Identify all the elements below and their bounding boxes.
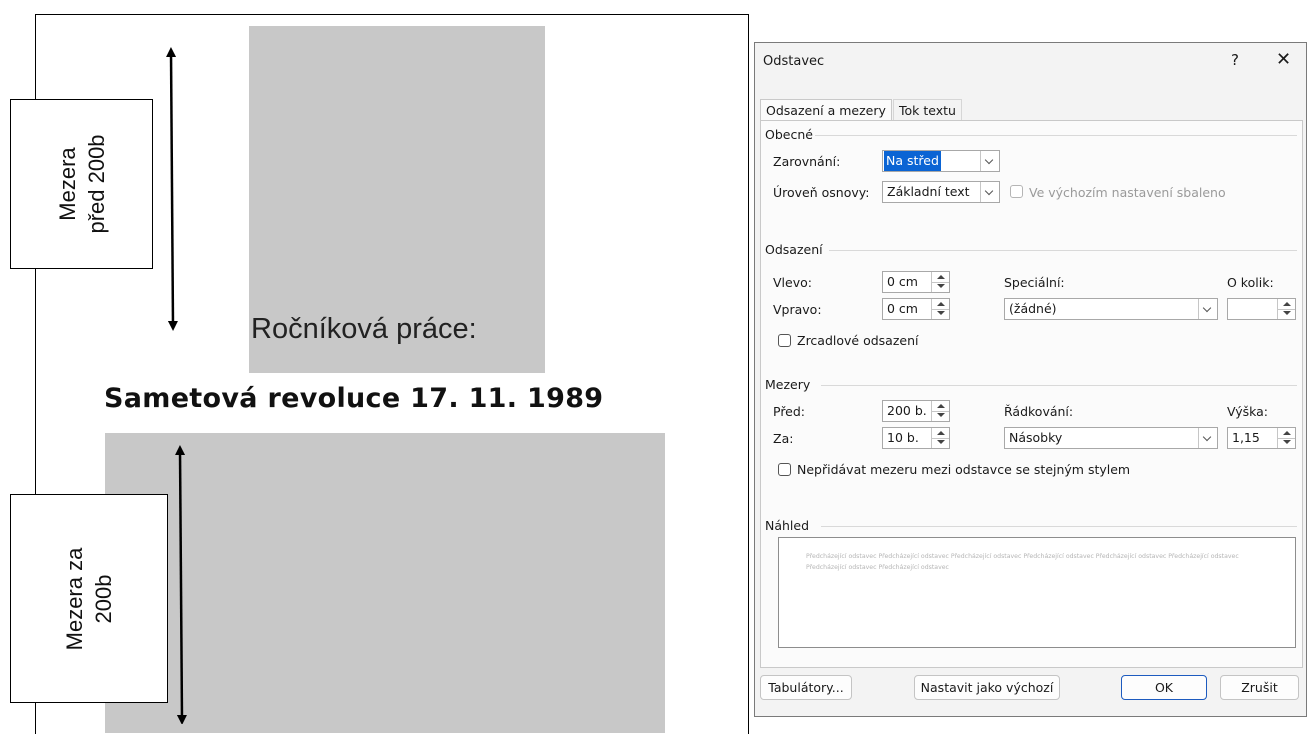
line-spacing-label: Řádkování: <box>1004 404 1074 419</box>
special-select[interactable]: (žádné) <box>1004 298 1218 320</box>
help-icon[interactable]: ? <box>1231 51 1239 69</box>
section-indentation: Odsazení <box>765 242 823 257</box>
special-value: (žádné) <box>1009 301 1057 316</box>
set-as-default-button[interactable]: Nastavit jako výchozí <box>914 675 1060 700</box>
outline-level-value: Základní text <box>887 184 970 199</box>
at-input[interactable]: 1,15 <box>1227 427 1296 449</box>
spinner <box>931 428 949 448</box>
collapsed-checkbox[interactable] <box>1010 185 1023 198</box>
section-preview: Náhled <box>765 518 810 533</box>
paragraph-dialog: Odstavec ? ✕ Odsazení a mezery Tok textu… <box>754 42 1307 717</box>
at-label: Výška: <box>1227 404 1269 419</box>
spinner <box>931 299 949 319</box>
indent-right-label: Vpravo: <box>773 302 822 317</box>
arrows <box>166 47 187 724</box>
arrow-space-before <box>166 47 178 331</box>
chevron-down-icon <box>980 182 999 202</box>
indent-left-input[interactable]: 0 cm <box>882 271 950 293</box>
alignment-label: Zarovnání: <box>773 154 841 169</box>
spinner <box>1277 299 1295 319</box>
by-label: O kolik: <box>1227 275 1274 290</box>
spin-down-icon[interactable] <box>932 411 949 421</box>
section-spacing: Mezery <box>765 377 811 392</box>
spin-up-icon[interactable] <box>932 299 949 309</box>
by-input[interactable] <box>1227 298 1296 320</box>
arrow-space-after <box>175 445 187 724</box>
outline-level-label: Úroveň osnovy: <box>773 185 870 200</box>
chevron-down-icon <box>1198 428 1217 448</box>
tab-line-page-breaks[interactable]: Tok textu <box>893 99 962 122</box>
spinner <box>1277 428 1295 448</box>
section-general: Obecné <box>765 127 813 142</box>
mirror-indents-label: Zrcadlové odsazení <box>797 333 919 348</box>
outline-level-select[interactable]: Základní text <box>882 181 1000 203</box>
alignment-select[interactable]: Na střed <box>882 150 1000 172</box>
spin-down-icon[interactable] <box>1278 309 1295 319</box>
chevron-down-icon <box>980 151 999 171</box>
spin-up-icon[interactable] <box>1278 299 1295 309</box>
at-value: 1,15 <box>1232 430 1260 445</box>
spin-down-icon[interactable] <box>932 309 949 319</box>
indent-right-input[interactable]: 0 cm <box>882 298 950 320</box>
spin-down-icon[interactable] <box>1278 438 1295 448</box>
space-after-value: 10 b. <box>887 430 919 445</box>
spin-up-icon[interactable] <box>932 272 949 282</box>
divider <box>815 135 1297 136</box>
no-space-same-style-checkbox[interactable] <box>778 463 791 476</box>
preview-text: Předcházející odstavec Předcházející ods… <box>806 553 1239 571</box>
after-label: Za: <box>773 431 794 446</box>
close-icon[interactable]: ✕ <box>1276 49 1291 70</box>
spin-down-icon[interactable] <box>932 282 949 292</box>
spin-up-icon[interactable] <box>932 428 949 438</box>
space-before-input[interactable]: 200 b. <box>882 400 950 422</box>
spin-down-icon[interactable] <box>932 438 949 448</box>
spinner <box>931 401 949 421</box>
indent-right-value: 0 cm <box>887 301 918 316</box>
before-label: Před: <box>773 404 806 419</box>
preview-box: Předcházející odstavec Předcházející ods… <box>778 537 1296 648</box>
dialog-title: Odstavec <box>763 54 825 69</box>
spinner <box>931 272 949 292</box>
collapsed-label: Ve výchozím nastavení sbaleno <box>1029 185 1226 200</box>
alignment-value: Na střed <box>884 151 941 171</box>
spin-up-icon[interactable] <box>932 401 949 411</box>
special-label: Speciální: <box>1004 275 1065 290</box>
tabs-button[interactable]: Tabulátory... <box>760 675 852 700</box>
indent-left-label: Vlevo: <box>773 275 812 290</box>
no-space-same-style-label: Nepřidávat mezeru mezi odstavce se stejn… <box>797 462 1131 477</box>
space-after-input[interactable]: 10 b. <box>882 427 950 449</box>
line-spacing-value: Násobky <box>1009 430 1063 445</box>
ok-button[interactable]: OK <box>1121 675 1207 700</box>
chevron-down-icon <box>1198 299 1217 319</box>
mirror-indents-checkbox[interactable] <box>778 334 791 347</box>
spin-up-icon[interactable] <box>1278 428 1295 438</box>
indent-left-value: 0 cm <box>887 274 918 289</box>
divider <box>821 385 1297 386</box>
line-spacing-select[interactable]: Násobky <box>1004 427 1218 449</box>
cancel-button[interactable]: Zrušit <box>1220 675 1299 700</box>
divider <box>829 250 1297 251</box>
space-before-value: 200 b. <box>887 403 927 418</box>
divider <box>821 526 1297 527</box>
